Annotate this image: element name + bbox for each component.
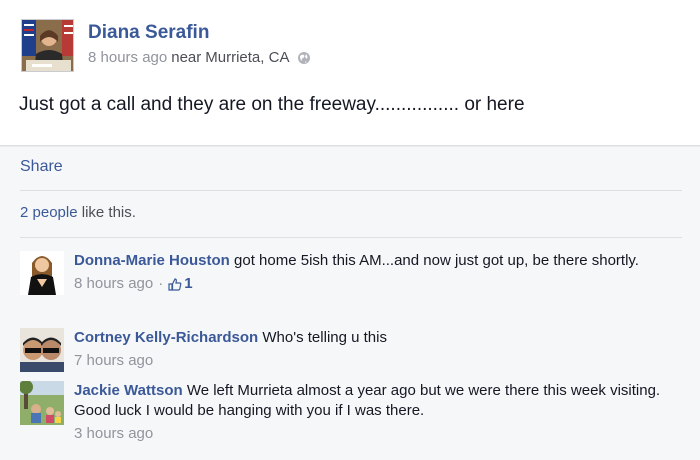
post-text: Just got a call and they are on the free… <box>19 94 525 115</box>
comment-text: got home 5ish this AM...and now just got… <box>234 252 639 269</box>
post-header-card: Diana Serafin 8 hours ago near Murrieta,… <box>0 0 700 146</box>
divider <box>20 237 682 238</box>
divider <box>20 190 682 191</box>
commenter-avatar[interactable] <box>20 381 64 425</box>
commenter-name-link[interactable]: Donna-Marie Houston <box>74 252 230 269</box>
comment-text: Who's telling u this <box>262 329 387 346</box>
comment-meta: 3 hours ago <box>74 424 674 444</box>
thumbs-up-icon <box>168 277 182 291</box>
share-button[interactable]: Share <box>20 158 63 176</box>
likes-summary: 2 people like this. <box>20 204 136 221</box>
facebook-post: Diana Serafin 8 hours ago near Murrieta,… <box>0 0 700 460</box>
likes-people-link[interactable]: 2 people <box>20 204 78 221</box>
comment-item: Jackie Wattson We left Murrieta almost a… <box>20 381 680 445</box>
commenter-name-link[interactable]: Jackie Wattson <box>74 382 183 399</box>
likes-suffix: like this. <box>81 204 136 221</box>
comment-item: Donna-Marie Houston got home 5ish this A… <box>20 251 680 315</box>
comment-timestamp[interactable]: 7 hours ago <box>74 351 153 371</box>
post-meta: 8 hours ago near Murrieta, CA <box>88 49 311 66</box>
globe-icon[interactable] <box>297 51 311 65</box>
comment-like-count[interactable]: 1 <box>168 274 193 294</box>
comment-item: Cortney Kelly-Richardson Who's telling u… <box>20 328 680 372</box>
author-name-link[interactable]: Diana Serafin <box>88 22 209 44</box>
commenter-avatar[interactable] <box>20 251 64 295</box>
comment-meta: 7 hours ago <box>74 351 674 371</box>
near-label: near <box>171 49 202 66</box>
post-footer-panel: Share 2 people like this. Donna-Marie Ho… <box>0 147 700 460</box>
separator-dot: · <box>158 275 164 292</box>
comment-meta: 8 hours ago · 1 <box>74 274 674 294</box>
commenter-name-link[interactable]: Cortney Kelly-Richardson <box>74 329 258 346</box>
comment-timestamp[interactable]: 3 hours ago <box>74 424 153 444</box>
author-profile-photo[interactable] <box>21 19 74 72</box>
comment-timestamp[interactable]: 8 hours ago <box>74 274 153 294</box>
post-timestamp[interactable]: 8 hours ago <box>88 49 167 66</box>
like-count-value: 1 <box>184 275 193 292</box>
location-link[interactable]: Murrieta, CA <box>205 49 289 66</box>
commenter-avatar[interactable] <box>20 328 64 372</box>
